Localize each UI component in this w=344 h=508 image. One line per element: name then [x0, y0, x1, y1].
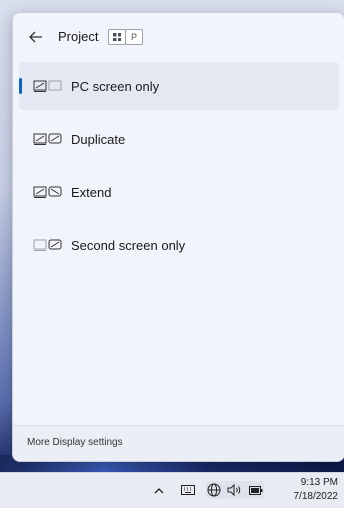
keyboard-icon — [181, 485, 195, 495]
clock-time: 9:13 PM — [300, 477, 338, 488]
network-icon — [207, 483, 221, 497]
clock[interactable]: 9:13 PM 7/18/2022 — [294, 476, 339, 504]
option-second-screen-only[interactable]: Second screen only — [19, 221, 339, 269]
option-label: Second screen only — [71, 238, 186, 253]
chevron-up-icon — [154, 487, 164, 493]
windows-key-badge — [108, 29, 126, 45]
option-label: Extend — [71, 185, 112, 200]
back-button[interactable] — [23, 25, 49, 49]
more-display-settings-link[interactable]: More Display settings — [27, 437, 123, 448]
battery-icon — [249, 485, 263, 495]
show-hidden-icons-button[interactable] — [150, 481, 168, 499]
duplicate-icon — [33, 133, 62, 145]
touch-keyboard-button[interactable] — [178, 481, 198, 499]
project-flyout: Project P PC screen only Duplicate Exten… — [12, 12, 344, 462]
flyout-title: Project — [58, 29, 99, 44]
option-extend[interactable]: Extend — [19, 168, 339, 216]
extend-icon — [33, 186, 62, 198]
option-pc-screen-only[interactable]: PC screen only — [19, 62, 339, 110]
selection-indicator — [19, 78, 22, 94]
option-label: Duplicate — [71, 132, 126, 147]
back-arrow-icon — [29, 31, 42, 43]
quick-settings-button[interactable] — [206, 481, 264, 499]
pc-screen-only-icon — [33, 80, 62, 92]
clock-date: 7/18/2022 — [293, 491, 339, 502]
volume-icon — [227, 484, 241, 496]
taskbar: 9:13 PM 7/18/2022 — [0, 472, 344, 508]
flyout-footer: More Display settings — [13, 425, 344, 461]
flyout-header: Project P — [13, 13, 344, 59]
option-label: PC screen only — [71, 79, 160, 94]
option-duplicate[interactable]: Duplicate — [19, 115, 339, 163]
windows-logo-icon — [113, 33, 121, 41]
p-key-badge: P — [125, 29, 143, 45]
second-screen-only-icon — [33, 239, 62, 251]
